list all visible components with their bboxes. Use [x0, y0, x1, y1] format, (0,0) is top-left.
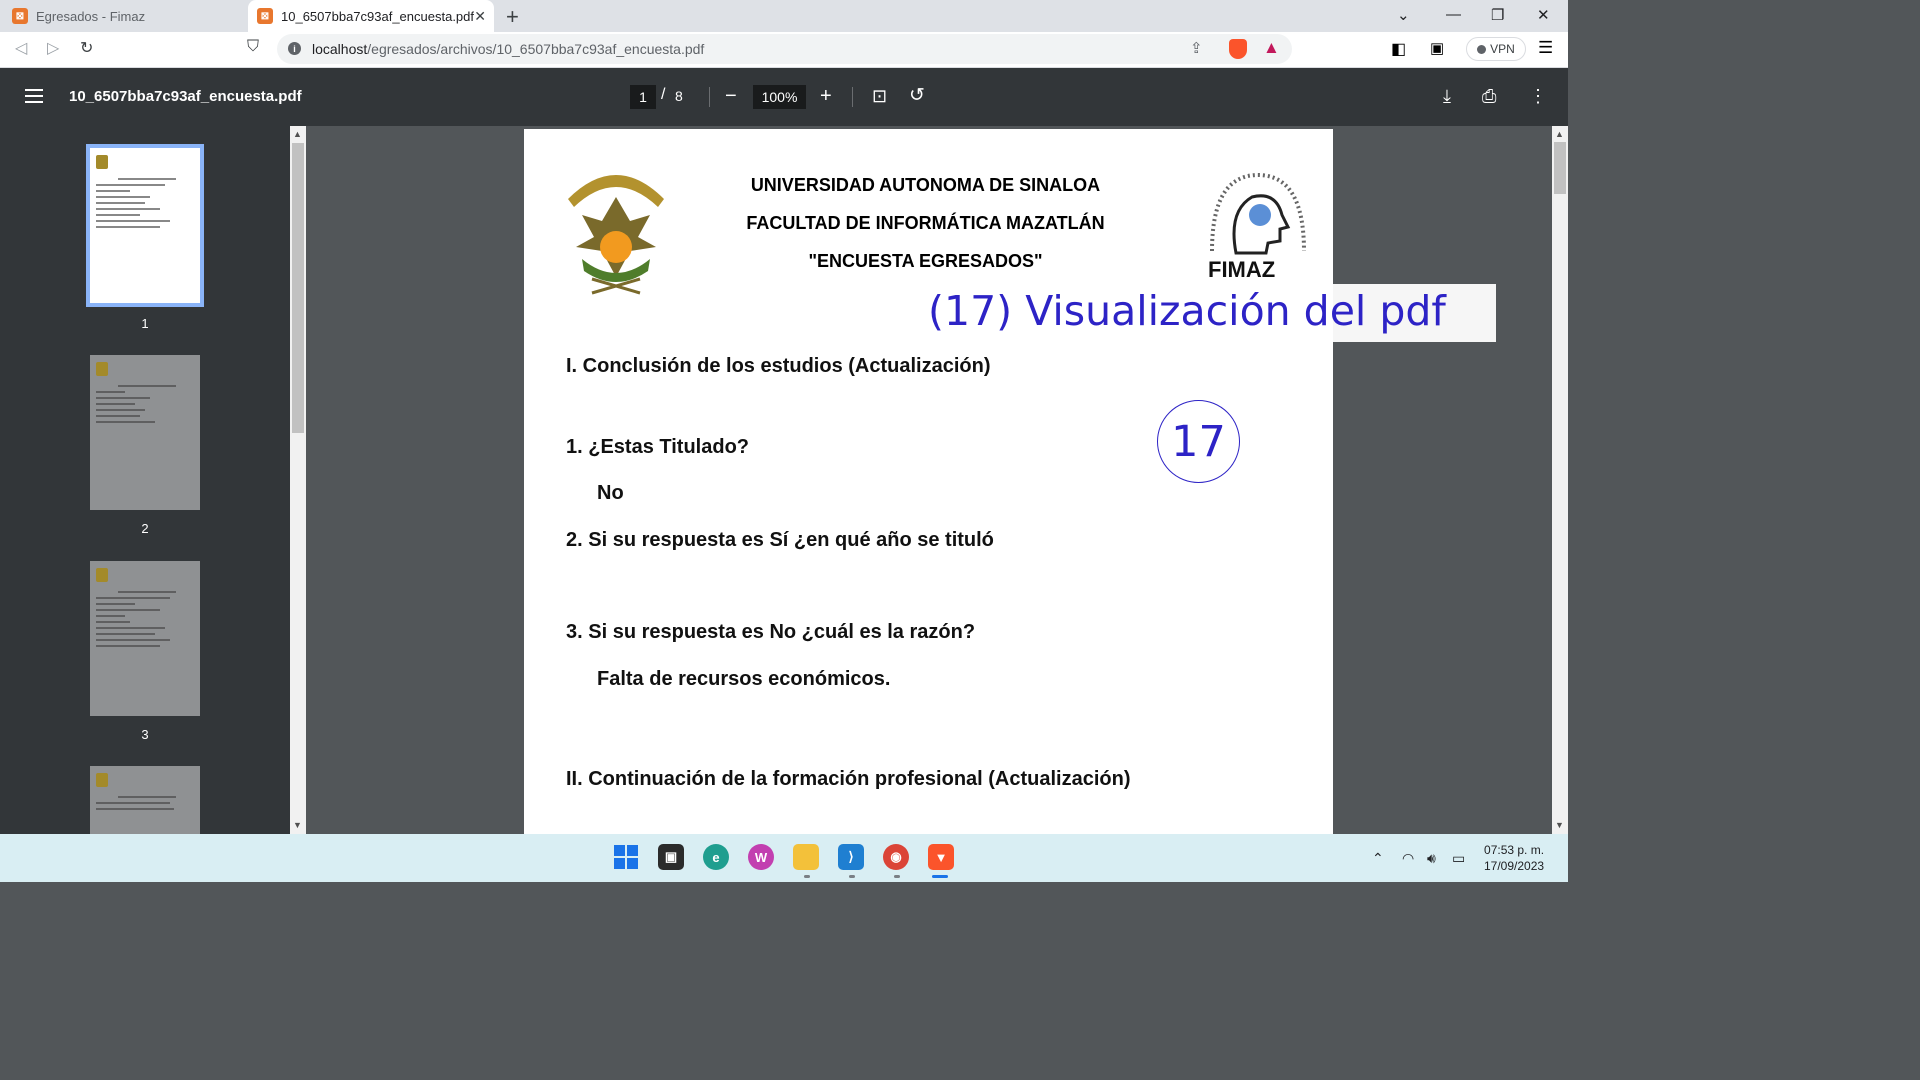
fit-page-icon[interactable]: ⊡: [872, 83, 887, 109]
wifi-icon[interactable]: ◠: [1402, 850, 1414, 867]
question-3: 3. Si su respuesta es No ¿cuál es la raz…: [566, 621, 976, 643]
thumbnail-logo: [96, 568, 108, 582]
site-info-icon[interactable]: i: [288, 42, 301, 55]
share-icon[interactable]: ⇪: [1190, 39, 1203, 57]
section-heading: I. Conclusión de los estudios (Actualiza…: [566, 355, 991, 377]
tab-title: 10_6507bba7c93af_encuesta.pdf: [281, 8, 475, 24]
vpn-status-icon: [1477, 44, 1487, 54]
page-thumbnail-4[interactable]: [90, 766, 200, 834]
tab-strip: ⊠ Egresados - Fimaz ⊠ 10_6507bba7c93af_e…: [0, 0, 1568, 32]
running-indicator: [894, 875, 900, 878]
question-2: 2. Si su respuesta es Sí ¿en qué año se …: [566, 529, 994, 551]
scrollbar-thumb[interactable]: [1554, 142, 1566, 194]
scroll-down-icon[interactable]: ▼: [293, 820, 302, 830]
close-tab-icon[interactable]: ✕: [474, 8, 486, 25]
tray-chevron-icon[interactable]: ⌃: [1372, 850, 1384, 867]
download-icon[interactable]: ⤓: [1443, 83, 1451, 109]
tab-egresados[interactable]: ⊠ Egresados - Fimaz: [0, 0, 245, 32]
new-tab-button[interactable]: +: [506, 4, 519, 30]
vpn-button[interactable]: VPN: [1466, 37, 1526, 61]
close-window-button[interactable]: ✕: [1537, 6, 1550, 24]
page-thumbnail-1[interactable]: [86, 144, 204, 307]
address-bar[interactable]: i localhost/egresados/archivos/10_6507bb…: [277, 34, 1292, 64]
zoom-input[interactable]: 100%: [753, 85, 806, 109]
vscode-icon[interactable]: ⟩: [838, 844, 864, 870]
section-heading: II. Continuación de la formación profesi…: [566, 768, 1131, 790]
minimize-button[interactable]: —: [1446, 6, 1461, 23]
volume-icon[interactable]: 🔊︎: [1427, 850, 1436, 867]
forward-button[interactable]: ▷: [47, 38, 59, 58]
brave-rewards-icon[interactable]: ▲: [1263, 38, 1280, 58]
wallet-icon[interactable]: ▣: [1430, 39, 1444, 57]
fimaz-logo-text: FIMAZ: [1208, 257, 1275, 281]
clock-date: 17/09/2023: [1484, 859, 1545, 873]
browser-menu-icon[interactable]: ☰: [1538, 38, 1553, 58]
wps-office-icon[interactable]: W: [748, 844, 774, 870]
thumbnail-logo: [96, 362, 108, 376]
rotate-icon[interactable]: ↺: [909, 83, 925, 109]
file-explorer-icon[interactable]: [793, 844, 819, 870]
page-separator: /: [661, 86, 666, 103]
answer-1: No: [597, 482, 624, 504]
thumbnail-label: 3: [141, 727, 149, 742]
windows-taskbar: ▣ e W ⟩ ◉ ▼ ⌃ ◠ 🔊︎ ▭ 07:53 p. m. 17/09/2…: [0, 834, 1568, 882]
document-scrollbar[interactable]: ▲ ▼: [1552, 126, 1568, 834]
chrome-icon[interactable]: ◉: [883, 844, 909, 870]
more-options-icon[interactable]: ⋮: [1529, 83, 1547, 109]
annotation-label: (17) Visualización del pdf: [926, 284, 1496, 342]
question-1: 1. ¿Estas Titulado?: [566, 436, 749, 458]
thumbnail-label: 1: [141, 316, 149, 331]
thumbnail-logo: [96, 773, 108, 787]
page-number-input[interactable]: 1: [630, 85, 656, 109]
xampp-favicon-icon: ⊠: [257, 8, 273, 24]
thumbnail-logo: [96, 155, 108, 169]
bookmark-icon[interactable]: ⛉: [247, 38, 259, 56]
pdf-sidebar-menu-icon[interactable]: [25, 89, 43, 107]
system-clock[interactable]: 07:53 p. m. 17/09/2023: [1484, 842, 1544, 874]
scroll-up-icon[interactable]: ▲: [1555, 129, 1564, 139]
sidebar-toggle-icon[interactable]: ◧: [1391, 39, 1406, 59]
browser-toolbar: ◁ ▷ ↻ ⛉ i localhost/egresados/archivos/1…: [0, 32, 1568, 68]
scroll-down-icon[interactable]: ▼: [1555, 820, 1564, 830]
back-button[interactable]: ◁: [15, 38, 27, 58]
pdf-toolbar: 10_6507bba7c93af_encuesta.pdf 1 / 8 − 10…: [0, 68, 1568, 126]
answer-3: Falta de recursos económicos.: [597, 668, 891, 690]
thumbnail-scrollbar[interactable]: ▲ ▼: [290, 126, 306, 834]
annotation-badge: 17: [1157, 400, 1240, 483]
clock-time: 07:53 p. m.: [1484, 843, 1545, 857]
running-indicator: [849, 875, 855, 878]
zoom-in-button[interactable]: +: [820, 83, 832, 109]
thumbnail-label: 2: [141, 521, 149, 536]
print-icon[interactable]: ⎙: [1482, 83, 1496, 109]
xampp-favicon-icon: ⊠: [12, 8, 28, 24]
page-thumbnail-2[interactable]: [90, 355, 200, 510]
thumbnail-sidebar: 1 2 3: [0, 126, 306, 834]
tab-pdf[interactable]: ⊠ 10_6507bba7c93af_encuesta.pdf ✕: [248, 0, 494, 32]
tab-search-chevron-icon[interactable]: ⌄: [1397, 6, 1410, 24]
page-thumbnail-3[interactable]: [90, 561, 200, 716]
reload-button[interactable]: ↻: [80, 38, 93, 58]
pdf-page: UNIVERSIDAD AUTONOMA DE SINALOA FACULTAD…: [524, 129, 1333, 834]
active-indicator: [932, 875, 948, 878]
running-indicator: [804, 875, 810, 878]
url-text[interactable]: localhost/egresados/archivos/10_6507bba7…: [312, 41, 704, 57]
edge-icon[interactable]: e: [703, 844, 729, 870]
tab-title: Egresados - Fimaz: [36, 8, 146, 24]
brave-shields-icon[interactable]: [1229, 39, 1247, 59]
divider: [709, 87, 710, 107]
zoom-out-button[interactable]: −: [725, 83, 737, 109]
brave-browser-icon[interactable]: ▼: [928, 844, 954, 870]
battery-icon[interactable]: ▭: [1452, 850, 1465, 867]
page-total: 8: [675, 88, 683, 104]
maximize-button[interactable]: ❐: [1491, 6, 1504, 24]
divider: [852, 87, 853, 107]
windows-start-icon[interactable]: [613, 844, 639, 870]
scrollbar-thumb[interactable]: [292, 143, 304, 433]
pdf-file-name: 10_6507bba7c93af_encuesta.pdf: [69, 88, 302, 105]
vpn-label: VPN: [1490, 42, 1515, 56]
scroll-up-icon[interactable]: ▲: [293, 129, 302, 139]
task-view-icon[interactable]: ▣: [658, 844, 684, 870]
fimaz-logo: FIMAZ: [1208, 172, 1306, 281]
